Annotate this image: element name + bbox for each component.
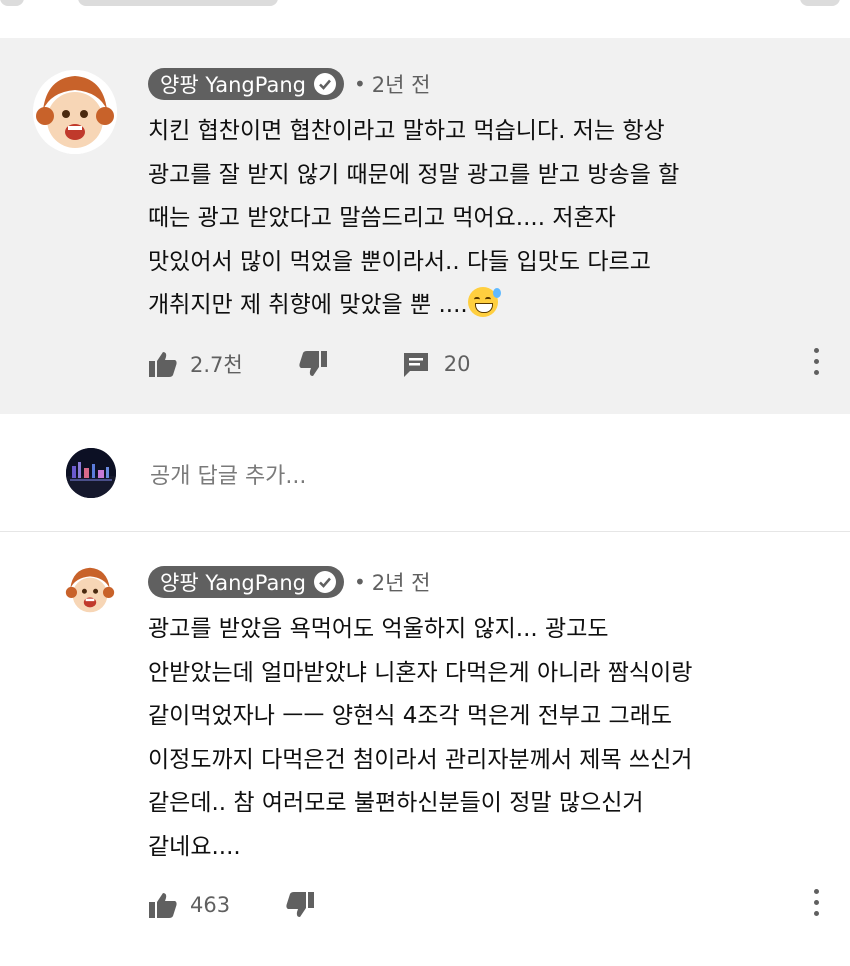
separator-dot: •: [354, 72, 366, 96]
author-name: 양팡 YangPang: [160, 571, 306, 595]
clipped-content: [78, 0, 278, 6]
check-circle-icon: [314, 73, 336, 95]
thumbs-up-icon: [149, 893, 177, 918]
reply-button[interactable]: 20: [402, 350, 471, 378]
check-circle-icon: [314, 571, 336, 593]
more-vert-icon[interactable]: [812, 348, 820, 380]
comment-actions: 2.7천 20: [148, 344, 470, 384]
comment-icon: [403, 353, 428, 377]
like-button[interactable]: 463: [148, 891, 230, 919]
more-vert-icon[interactable]: [812, 889, 820, 921]
top-divider: [0, 0, 850, 39]
comment-text: 치킨 협찬이면 협찬이라고 말하고 먹습니다. 저는 항상 광고를 잘 받지 않…: [148, 118, 680, 318]
grinning-sweat-emoji: [467, 287, 501, 317]
author-badge[interactable]: 양팡 YangPang: [148, 68, 344, 100]
dislike-button[interactable]: [298, 350, 328, 378]
reply-comment: 양팡 YangPang • 2년 전 광고를 받았음 욕먹어도 억울하지 않지.…: [0, 531, 850, 966]
like-count: 2.7천: [190, 353, 243, 377]
author-badge[interactable]: 양팡 YangPang: [148, 566, 344, 598]
thumbs-down-icon: [299, 351, 327, 376]
reply-count: 20: [443, 352, 471, 376]
comment-text: 광고를 받았음 욕먹어도 억울하지 않지... 광고도 안받았는데 얼마받았냐 …: [148, 616, 693, 860]
public-reply-input[interactable]: 공개 답글 추가...: [150, 458, 306, 490]
avatar[interactable]: [64, 564, 116, 616]
highlighted-comment: 양팡 YangPang • 2년 전 치킨 협찬이면 협찬이라고 말하고 먹습니…: [0, 38, 850, 414]
like-count: 463: [190, 893, 231, 917]
thumbs-up-icon: [149, 352, 177, 377]
thumbs-down-icon: [286, 892, 315, 917]
separator-dot: •: [354, 570, 366, 594]
comment-time: 2년 전: [371, 73, 431, 97]
clipped-content: [800, 0, 840, 6]
user-avatar: [66, 448, 116, 498]
avatar[interactable]: [33, 70, 117, 154]
dislike-button[interactable]: [285, 891, 315, 919]
comment-time: 2년 전: [371, 571, 431, 595]
comment-actions: 463: [148, 885, 315, 925]
reply-input-row: 공개 답글 추가...: [0, 414, 850, 531]
like-button[interactable]: 2.7천: [148, 349, 243, 379]
clipped-content: [0, 0, 24, 6]
author-name: 양팡 YangPang: [160, 73, 306, 97]
